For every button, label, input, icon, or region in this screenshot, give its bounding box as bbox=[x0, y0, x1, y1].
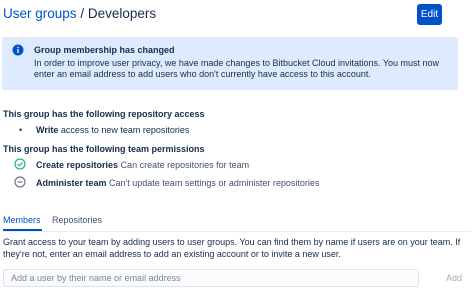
permission-administer-team: Administer team Can't update team settin… bbox=[36, 178, 319, 188]
repo-access-item: Write access to new team repositories bbox=[36, 125, 189, 135]
repo-access-heading: This group has the following repository … bbox=[3, 109, 205, 119]
minus-circle-icon bbox=[14, 176, 26, 188]
page-header: User groups / Developers bbox=[3, 6, 156, 21]
add-user-input[interactable] bbox=[3, 269, 419, 287]
members-help-text: Grant access to your team by adding user… bbox=[3, 237, 461, 259]
breadcrumb-user-groups-link[interactable]: User groups bbox=[3, 6, 77, 21]
permission-name: Create repositories bbox=[36, 160, 119, 170]
breadcrumb-separator: / bbox=[80, 6, 85, 21]
page-title: Developers bbox=[87, 6, 157, 21]
banner-title: Group membership has changed bbox=[34, 45, 175, 55]
repo-access-name: Write bbox=[36, 125, 59, 135]
permission-description: Can't update team settings or administer… bbox=[109, 178, 320, 188]
tab-divider bbox=[3, 231, 471, 232]
check-circle-icon bbox=[14, 158, 26, 170]
tab-members[interactable]: Members bbox=[3, 215, 41, 225]
tab-repositories[interactable]: Repositories bbox=[52, 215, 102, 225]
edit-button[interactable]: Edit bbox=[417, 4, 442, 25]
team-permissions-heading: This group has the following team permis… bbox=[3, 144, 205, 154]
edit-button-label: Edit bbox=[420, 9, 439, 20]
permission-name: Administer team bbox=[36, 178, 107, 188]
info-icon bbox=[12, 44, 24, 56]
banner-message: In order to improve user privacy, we hav… bbox=[34, 58, 440, 79]
permission-create-repositories: Create repositories Can create repositor… bbox=[36, 160, 249, 170]
info-banner: Group membership has changed In order to… bbox=[2, 37, 458, 90]
permission-description: Can create repositories for team bbox=[120, 160, 250, 170]
repo-access-description: access to new team repositories bbox=[60, 125, 190, 135]
add-user-button[interactable]: Add bbox=[446, 273, 462, 283]
bullet: • bbox=[19, 125, 23, 135]
